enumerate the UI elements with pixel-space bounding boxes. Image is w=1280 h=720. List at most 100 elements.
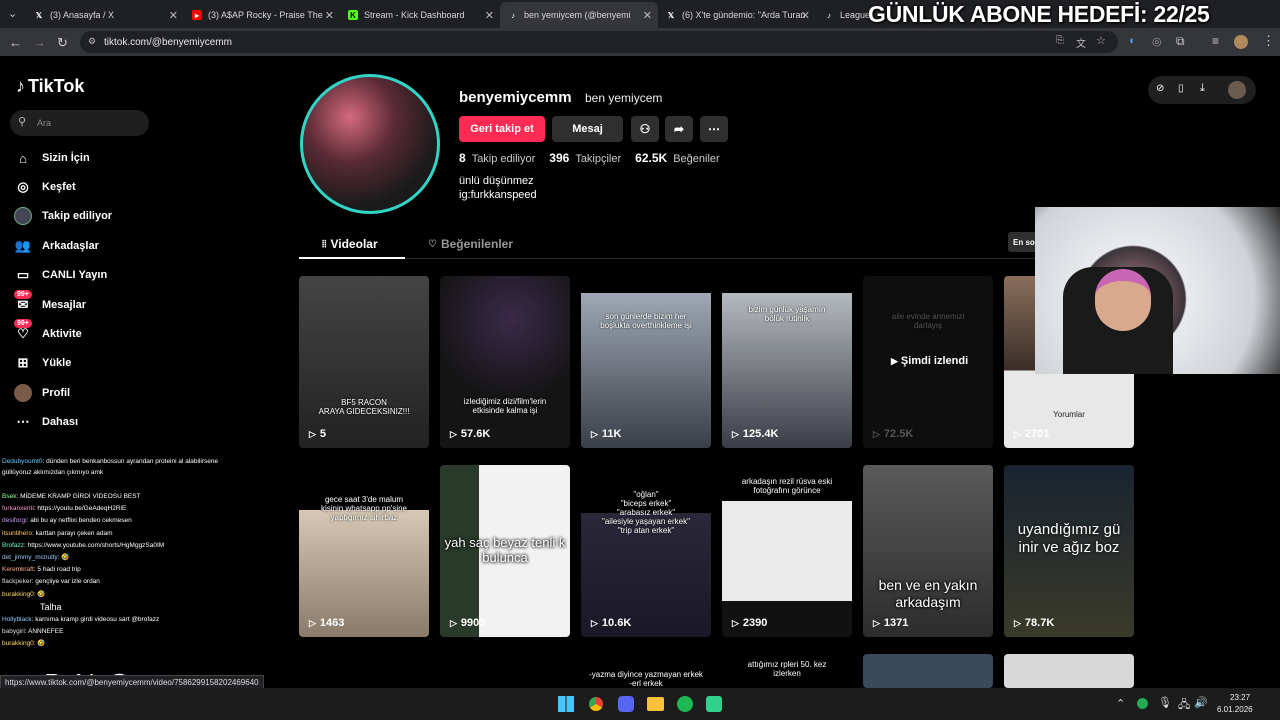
microphone-icon[interactable]: 🎙 bbox=[1158, 696, 1172, 709]
more-options-button[interactable]: ⋯ bbox=[700, 116, 728, 142]
install-icon[interactable]: ⎘ bbox=[1056, 35, 1064, 46]
video-card[interactable]: son günlerde bizim her boşlukta overthin… bbox=[581, 276, 711, 448]
bookmark-star-icon[interactable]: ☆ bbox=[1096, 34, 1106, 47]
volume-icon[interactable]: 🔊 bbox=[1194, 696, 1208, 709]
app-icon[interactable] bbox=[706, 696, 722, 712]
video-card[interactable]: yah saç beyaz tenli k bulunca ▷ 9903 bbox=[440, 465, 570, 637]
site-info-icon[interactable]: ⚙ bbox=[88, 36, 96, 47]
followers-label[interactable]: Takipçiler bbox=[575, 153, 621, 165]
device-icon[interactable]: ▯ bbox=[1178, 83, 1184, 94]
video-card[interactable]: arkadaşın rezil rüsva eski fotoğrafını g… bbox=[722, 465, 852, 637]
translate-icon[interactable]: 文 bbox=[1076, 35, 1086, 50]
nav-label: Dahası bbox=[42, 416, 79, 428]
chat-user: burakking0 bbox=[2, 640, 34, 647]
close-icon[interactable]: ✕ bbox=[643, 9, 652, 22]
play-icon: ▷ bbox=[1014, 617, 1021, 628]
video-card[interactable]: bizim günlük yaşamın bölük rutinlik ▷ 125… bbox=[722, 276, 852, 448]
video-card[interactable]: BF5 RACON ARAYA GIDECEKSINIZ!!! ▷ 5 bbox=[299, 276, 429, 448]
tab-0[interactable]: 𝕏 (3) Anasayfa / X ✕ bbox=[26, 2, 184, 28]
tab-3-active[interactable]: ♪ ben yemiycem (@benyemi ✕ bbox=[500, 2, 658, 28]
address-bar[interactable]: ⚙ tiktok.com/@benyemiycemm ⎘ 文 ☆ bbox=[80, 31, 1118, 53]
sidebar-item-messages[interactable]: ✉ 99+ Mesajlar bbox=[14, 290, 87, 314]
play-icon: ▷ bbox=[309, 617, 316, 628]
sidebar-item-explore[interactable]: ◎ Keşfet bbox=[14, 178, 75, 196]
extension-icon[interactable]: ◖ bbox=[1128, 35, 1135, 47]
sidebar-item-for-you[interactable]: ⌂ Sizin İçin bbox=[14, 149, 90, 167]
close-icon[interactable]: ✕ bbox=[801, 9, 810, 22]
video-card[interactable]: aile evinde annemizi darlayış ▶ Şimdi izl… bbox=[863, 276, 993, 448]
video-card[interactable]: gece saat 3'de malum kişinin whatsapp pp… bbox=[299, 465, 429, 637]
video-caption: arkadaşın rezil rüsva eski fotoğrafını g… bbox=[741, 477, 833, 495]
tab-search-icon[interactable]: ⌄ bbox=[8, 7, 17, 20]
nav-label: Mesajlar bbox=[42, 299, 87, 311]
message-button[interactable]: Mesaj bbox=[552, 116, 623, 142]
chat-user: Brofazz bbox=[2, 542, 25, 549]
sidebar-item-profile[interactable]: Profil bbox=[14, 384, 70, 402]
chat-text: : 🤣 bbox=[57, 554, 70, 561]
menu-dots-icon[interactable]: ⋮ bbox=[1262, 33, 1275, 49]
sidebar-item-friends[interactable]: 👥 Arkadaşlar bbox=[14, 237, 99, 255]
discord-icon[interactable] bbox=[618, 696, 634, 712]
download-icon[interactable]: ⤓ bbox=[1200, 82, 1205, 95]
video-card[interactable]: uyandığımız gü inir ve ağız boz ▷ 78.7K bbox=[1004, 465, 1134, 637]
profile-avatar-icon[interactable] bbox=[1234, 35, 1248, 49]
video-card[interactable] bbox=[863, 654, 993, 688]
video-card[interactable]: izlediğimiz dizi/film'lerin etkisinde ka… bbox=[440, 276, 570, 448]
tray-app-icon[interactable] bbox=[1137, 698, 1148, 709]
video-card[interactable]: attığımız rpleri 50. kez izlerken bbox=[722, 654, 852, 688]
view-count: ▷ 2701 bbox=[1014, 428, 1049, 440]
follow-back-button[interactable]: Geri takip et bbox=[459, 116, 545, 142]
video-card[interactable]: -yazma diyince yazmayan erkek -erl erkek bbox=[581, 654, 711, 688]
play-icon: ▷ bbox=[309, 428, 316, 439]
sidebar-item-more[interactable]: ⋯ Dahası bbox=[14, 413, 79, 431]
reload-icon[interactable]: ↻ bbox=[57, 35, 68, 51]
close-icon[interactable]: ✕ bbox=[325, 9, 334, 22]
file-explorer-icon[interactable] bbox=[647, 697, 664, 711]
tab-liked[interactable]: ♡ Beğenilenler bbox=[428, 237, 513, 251]
tab-4[interactable]: 𝕏 (6) X'te gündemio: "Arda Turan ✕ bbox=[658, 2, 816, 28]
reading-list-icon[interactable]: ≡ bbox=[1212, 34, 1219, 48]
tiktok-logo[interactable]: ♪ TikTok bbox=[16, 76, 84, 97]
profile-avatar-icon[interactable] bbox=[1228, 81, 1246, 99]
tab-1[interactable]: ▸ (3) A$AP Rocky - Praise The ✕ bbox=[184, 2, 340, 28]
tab-2[interactable]: K Stream - Kick Dashboard ✕ bbox=[340, 2, 500, 28]
sidebar-item-live[interactable]: ▭ CANLI Yayın bbox=[14, 266, 107, 284]
video-card[interactable]: ben ve en yakın arkadaşım ▷ 1371 bbox=[863, 465, 993, 637]
play-icon: ▷ bbox=[873, 428, 880, 439]
sort-button[interactable]: En so bbox=[1008, 232, 1038, 252]
windows-start-icon[interactable] bbox=[558, 696, 574, 712]
tray-chevron-icon[interactable]: ⌃ bbox=[1116, 697, 1125, 710]
chat-text: : https://www.youtube.com/shorts/HgMggzS… bbox=[24, 542, 165, 549]
extensions-puzzle-icon[interactable]: ⧉ bbox=[1176, 34, 1185, 49]
back-icon[interactable]: ← bbox=[9, 35, 22, 50]
extension-icon[interactable]: ◎ bbox=[1152, 35, 1162, 48]
chat-message: Keremkraft: 5 hadi road trip bbox=[2, 566, 81, 574]
compass-icon: ◎ bbox=[17, 179, 29, 194]
clock-date[interactable]: 6.01.2026 bbox=[1217, 705, 1253, 714]
play-icon: ▷ bbox=[732, 428, 739, 439]
video-card[interactable]: "oğlan" "biceps erkek" "arabasız erkek" … bbox=[581, 465, 711, 637]
sidebar-item-following[interactable]: Takip ediliyor bbox=[14, 207, 112, 225]
add-friend-button[interactable]: ⚇ bbox=[631, 116, 659, 142]
search-input[interactable]: ⚲ Ara bbox=[10, 110, 149, 136]
clock-time[interactable]: 23:27 bbox=[1230, 693, 1250, 702]
chrome-icon[interactable] bbox=[588, 696, 604, 712]
following-label[interactable]: Takip ediliyor bbox=[472, 153, 536, 165]
video-caption: Yorumlar bbox=[1053, 410, 1085, 419]
spotify-icon[interactable] bbox=[677, 696, 693, 712]
tab-5[interactable]: ♪ League bbox=[816, 2, 876, 28]
close-icon[interactable]: ✕ bbox=[485, 9, 494, 22]
close-icon[interactable]: ✕ bbox=[169, 9, 178, 22]
sidebar-item-activity[interactable]: ♡ 99+ Aktivite bbox=[14, 319, 82, 343]
profile-avatar[interactable] bbox=[300, 74, 440, 214]
watched-now-label: ▶ Şimdi izlendi bbox=[891, 355, 968, 367]
nav-label: Arkadaşlar bbox=[42, 240, 99, 252]
nav-label: Aktivite bbox=[42, 328, 82, 340]
share-button[interactable]: ➦ bbox=[665, 116, 693, 142]
sidebar-item-upload[interactable]: ⊞ Yükle bbox=[14, 354, 72, 372]
forward-icon[interactable]: → bbox=[33, 35, 46, 50]
video-card[interactable] bbox=[1004, 654, 1134, 688]
network-icon[interactable]: 🖧 bbox=[1178, 696, 1190, 715]
coins-icon[interactable]: ⊘ bbox=[1156, 83, 1164, 94]
tab-videos[interactable]: ⦙⦙ Videolar bbox=[322, 237, 378, 251]
